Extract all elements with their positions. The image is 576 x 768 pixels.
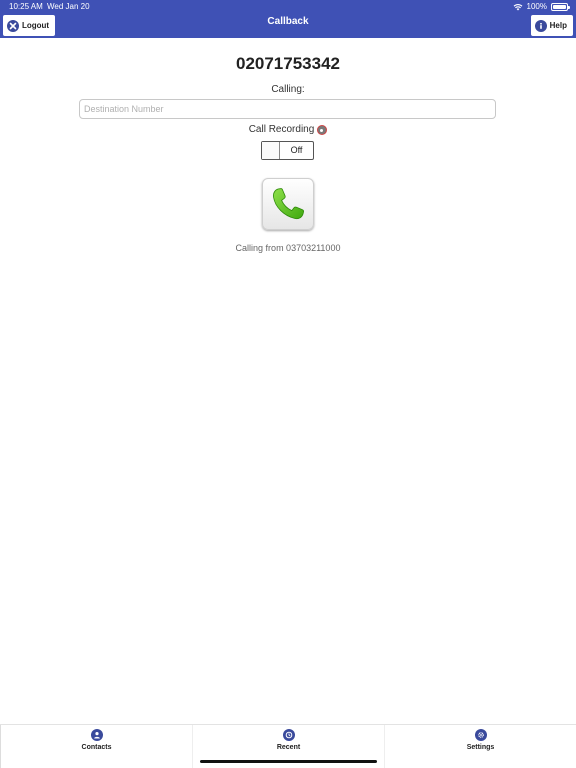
destination-number-input[interactable]	[79, 99, 496, 119]
info-icon	[534, 19, 547, 32]
status-date: Wed Jan 20	[47, 2, 90, 11]
home-indicator	[200, 760, 377, 763]
help-label: Help	[549, 21, 567, 30]
status-time: 10:25 AM	[9, 2, 43, 11]
call-recording-toggle[interactable]: Off	[261, 141, 314, 160]
status-right: 100%	[513, 0, 570, 13]
call-button[interactable]	[262, 178, 314, 230]
person-icon	[90, 729, 103, 741]
battery-percent: 100%	[526, 2, 547, 11]
toggle-knob	[262, 142, 280, 159]
calling-label: Calling:	[271, 84, 305, 95]
record-icon	[317, 124, 328, 135]
clock-icon	[282, 729, 295, 741]
toggle-state-label: Off	[290, 145, 303, 155]
calling-from-text: Calling from 03703211000	[235, 243, 341, 253]
gear-icon	[474, 729, 487, 741]
call-recording-row: Call Recording	[0, 124, 576, 135]
tab-settings[interactable]: Settings	[384, 725, 576, 768]
tab-label: Recent	[276, 744, 301, 751]
tab-label: Settings	[466, 744, 495, 751]
status-bar: 10:25 AM Wed Jan 20 100%	[0, 0, 576, 13]
battery-icon	[551, 2, 570, 11]
call-recording-label: Call Recording	[248, 124, 315, 135]
top-bar: 10:25 AM Wed Jan 20 100% Logout Callback…	[0, 0, 576, 38]
page-title: Callback	[267, 16, 309, 27]
phone-number: 02071753342	[235, 54, 340, 73]
wifi-icon	[513, 3, 522, 10]
tab-contacts[interactable]: Contacts	[0, 725, 192, 768]
phone-icon	[273, 188, 304, 220]
tab-label: Contacts	[81, 744, 112, 751]
help-button[interactable]: Help	[530, 15, 573, 36]
